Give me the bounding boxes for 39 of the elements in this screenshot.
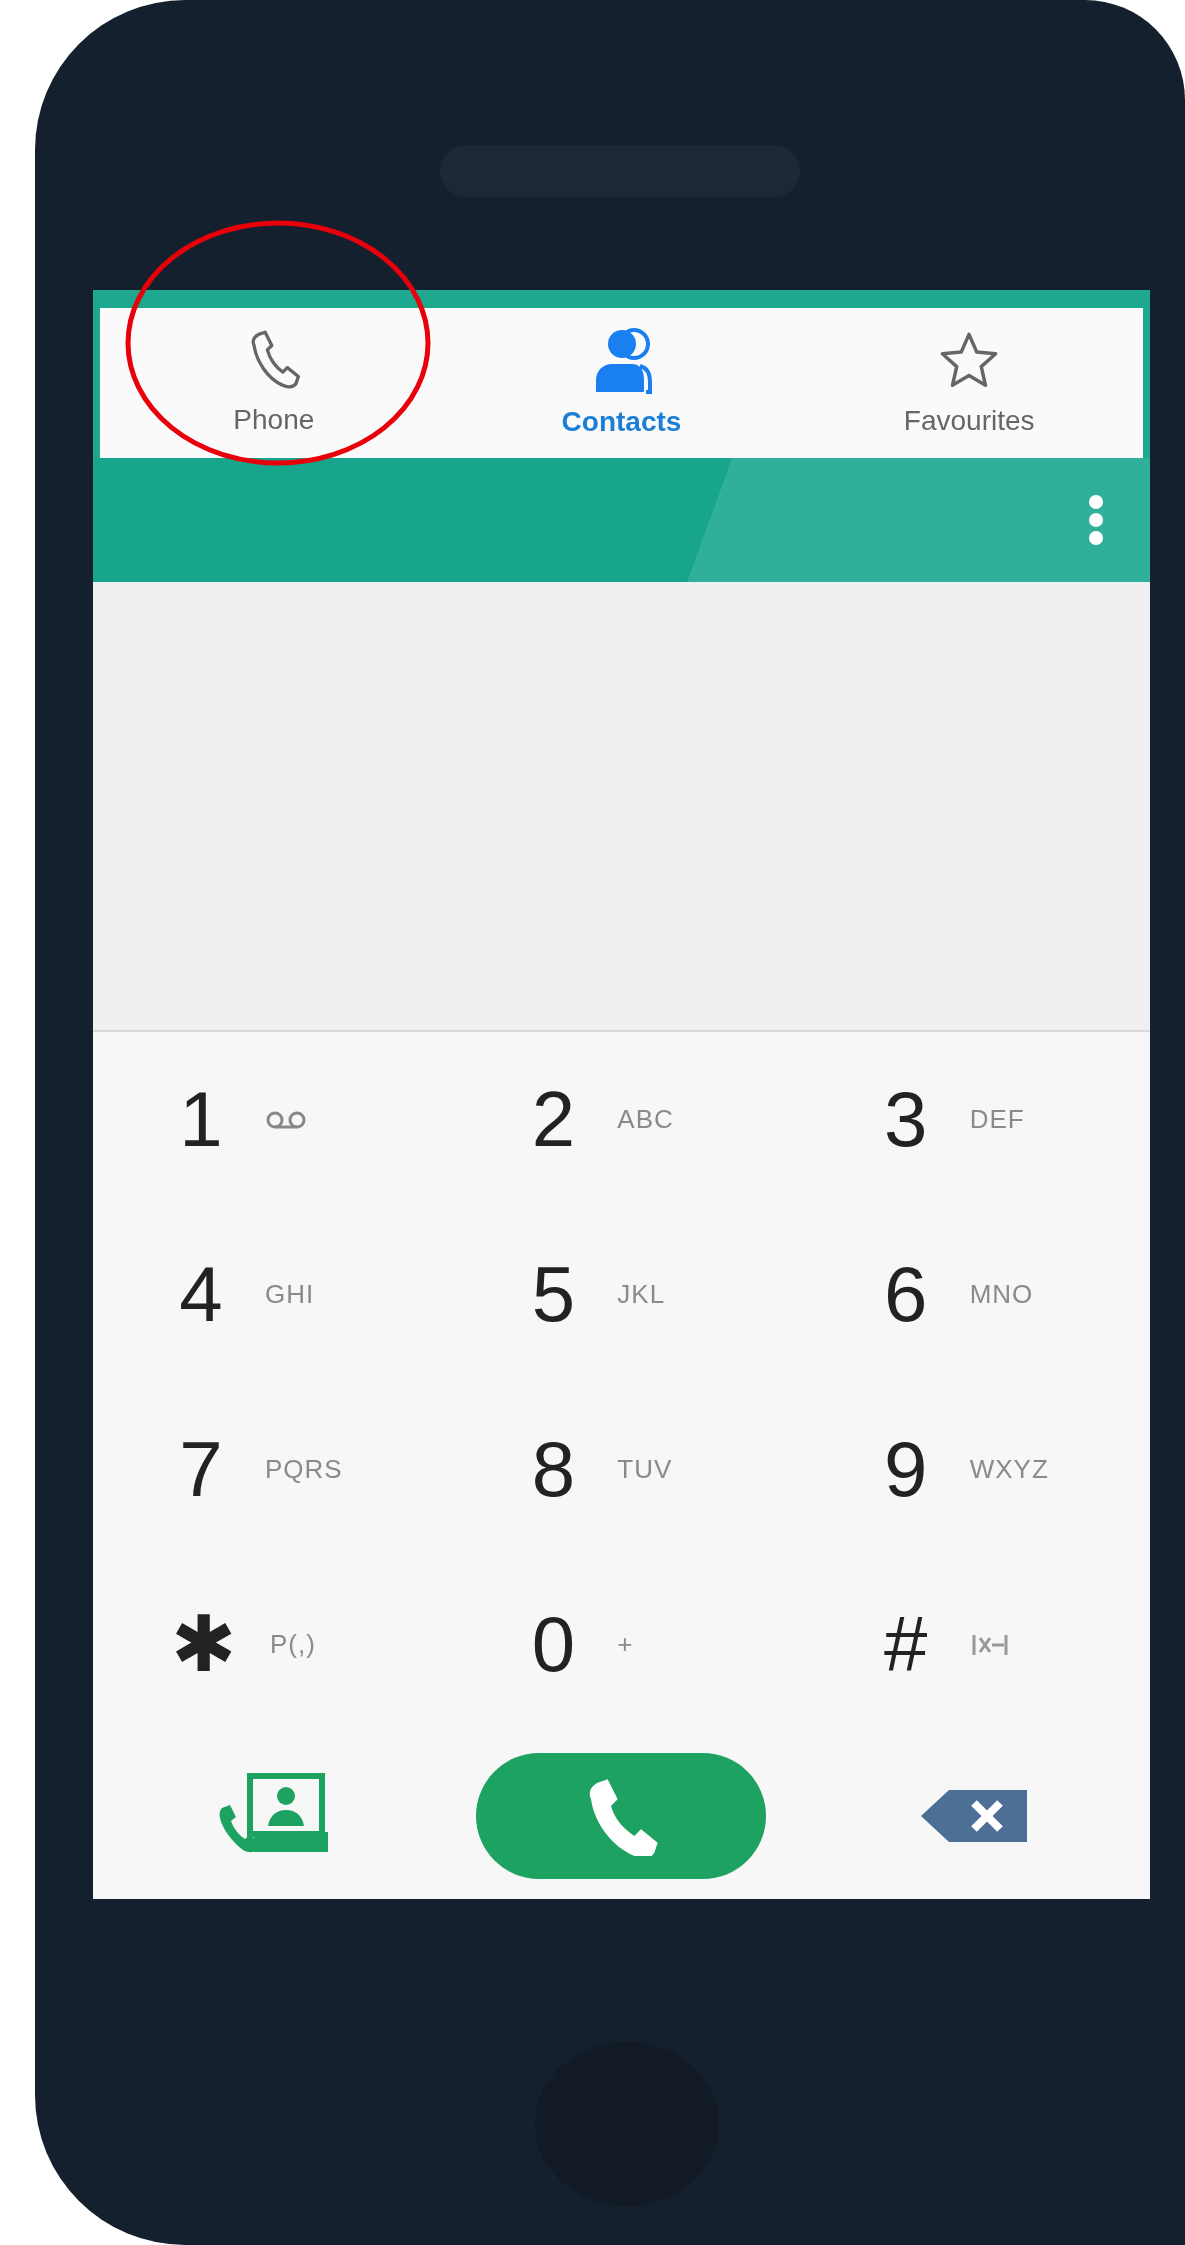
- more-options-icon[interactable]: [1087, 494, 1105, 546]
- key-letters: PQRS: [265, 1454, 343, 1485]
- dial-key[interactable]: 9 WXYZ: [797, 1382, 1150, 1557]
- tab[interactable]: Favourites: [795, 308, 1143, 458]
- dial-key[interactable]: 7 PQRS: [93, 1382, 446, 1557]
- dial-key[interactable]: 1: [93, 1032, 446, 1207]
- key-digit: 0: [530, 1598, 576, 1690]
- tab[interactable]: Phone: [100, 308, 448, 458]
- key-digit: ✱: [171, 1598, 236, 1690]
- key-digit: 5: [530, 1248, 576, 1340]
- key-letters: JKL: [617, 1279, 666, 1310]
- dial-key[interactable]: ✱ P(,): [93, 1557, 446, 1732]
- key-letters: ABC: [617, 1104, 674, 1135]
- dial-key[interactable]: 2 ABC: [445, 1032, 798, 1207]
- key-digit: #: [882, 1598, 929, 1690]
- tab[interactable]: Contacts: [447, 308, 796, 458]
- dial-key[interactable]: 5 JKL: [445, 1207, 798, 1382]
- key-letters: GHI: [265, 1279, 315, 1310]
- dial-key[interactable]: 0 +: [445, 1557, 798, 1732]
- dial-key[interactable]: 3 DEF: [797, 1032, 1150, 1207]
- key-digit: 2: [530, 1073, 576, 1165]
- key-letters: P(,): [270, 1629, 316, 1660]
- dial-key[interactable]: #: [797, 1557, 1150, 1732]
- key-letters: TUV: [617, 1454, 673, 1485]
- key-letters: DEF: [969, 1104, 1025, 1135]
- key-digit: 8: [530, 1423, 576, 1515]
- dial-key[interactable]: 4 GHI: [93, 1207, 446, 1382]
- dial-key[interactable]: 6 MNO: [797, 1207, 1150, 1382]
- key-digit: 9: [882, 1423, 929, 1515]
- key-digit: 7: [178, 1423, 224, 1515]
- key-digit: 1: [178, 1073, 224, 1165]
- key-digit: 6: [882, 1248, 929, 1340]
- dial-key[interactable]: 8 TUV: [445, 1382, 798, 1557]
- key-digit: 3: [882, 1073, 929, 1165]
- voicemail-icon: [265, 1109, 307, 1130]
- key-digit: 4: [178, 1248, 224, 1340]
- key-letters: WXYZ: [969, 1454, 1049, 1485]
- key-letters: MNO: [969, 1279, 1034, 1310]
- key-letters: +: [617, 1629, 634, 1660]
